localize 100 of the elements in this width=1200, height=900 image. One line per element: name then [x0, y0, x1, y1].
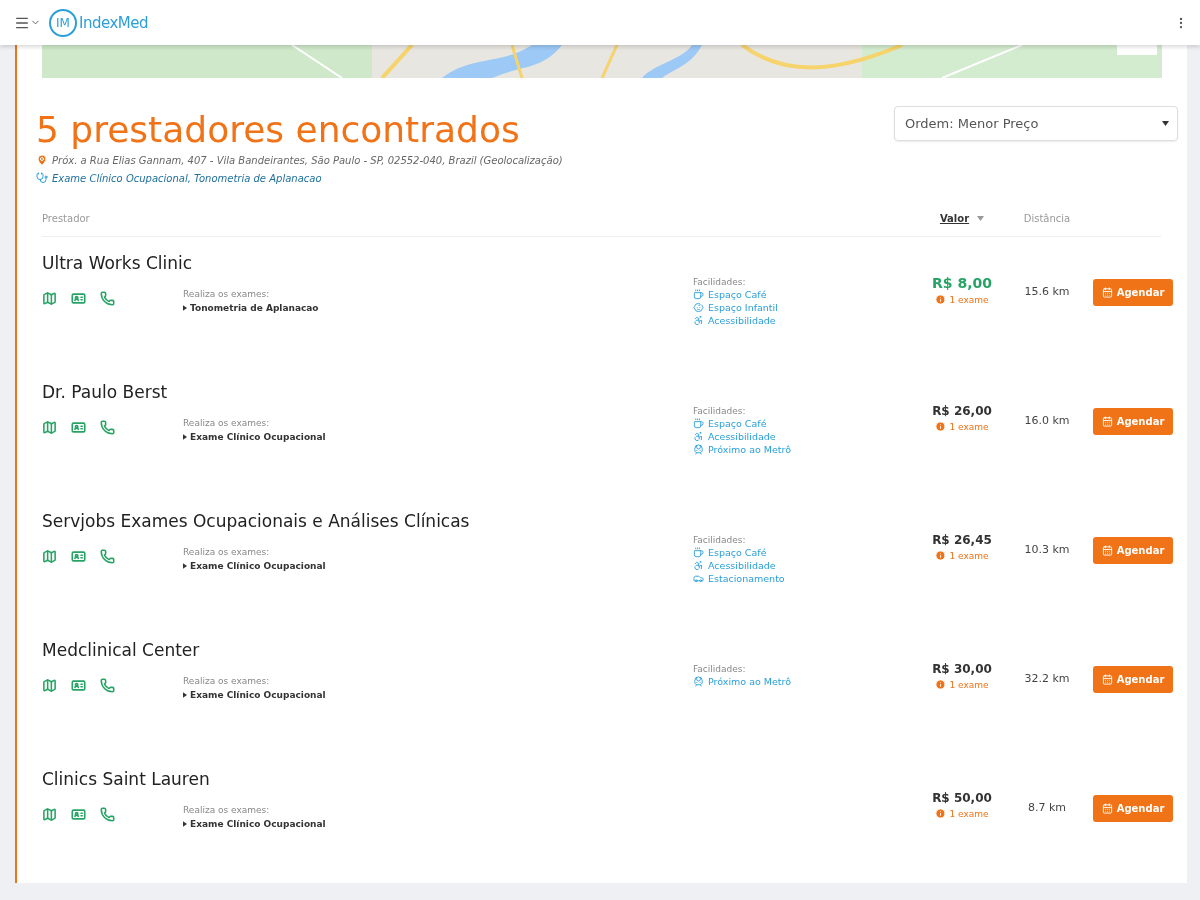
provider-name: Clinics Saint Lauren	[42, 769, 211, 791]
dropdown-caret-icon	[1162, 121, 1169, 126]
exam-name: Exame Clínico Ocupacional	[190, 690, 326, 700]
facility-link[interactable]: Espaço Café	[708, 547, 767, 558]
address-text: Próx. a Rua Elias Gannam, 407 - Vila Bandeirantes, São Paulo - SP, 02552-040, Brazil (Geolocalização)	[52, 154, 563, 166]
facility-link[interactable]: Acessibilidade	[708, 431, 776, 442]
column-header: Prestador	[42, 212, 90, 224]
wheelchair-icon	[693, 431, 704, 442]
id-card-icon[interactable]	[71, 420, 86, 435]
exam-count: 1 exame	[949, 679, 989, 690]
caret-icon	[183, 821, 187, 827]
distance: 10.3 km	[1023, 542, 1071, 558]
facilities-label: Facilidades:	[693, 277, 747, 287]
map-icon[interactable]	[42, 807, 57, 822]
info-icon	[935, 808, 947, 819]
map-icon[interactable]	[42, 291, 57, 306]
price: R$ 50,00	[932, 791, 992, 805]
caret-icon	[183, 305, 187, 311]
schedule-button[interactable]: Agendar	[1093, 666, 1173, 693]
info-icon	[935, 679, 947, 690]
exam-name: Exame Clínico Ocupacional	[190, 432, 326, 442]
exam-count: 1 exame	[949, 294, 989, 305]
exams-label: Realiza os exames:	[183, 676, 271, 686]
map-icon[interactable]	[42, 549, 57, 564]
id-card-icon[interactable]	[71, 807, 86, 822]
facility-link[interactable]: Acessibilidade	[708, 315, 776, 326]
calendar-icon	[1101, 416, 1113, 427]
id-card-icon[interactable]	[71, 678, 86, 693]
exam-name: Exame Clínico Ocupacional	[190, 561, 326, 571]
coffee-cup-icon	[693, 289, 704, 300]
exam-count: 1 exame	[949, 550, 989, 561]
train-icon	[693, 444, 704, 455]
wheelchair-icon	[693, 315, 704, 326]
calendar-icon	[1101, 545, 1113, 556]
logo-text: IndexMed	[79, 13, 148, 32]
wheelchair-icon	[693, 560, 704, 571]
facilities-label: Facilidades:	[693, 535, 747, 545]
caret-icon	[183, 692, 187, 698]
schedule-button[interactable]: Agendar	[1093, 795, 1173, 822]
sort-column-header[interactable]: Valor	[939, 212, 970, 224]
distance: 16.0 km	[1023, 413, 1071, 429]
distance: 15.6 km	[1023, 284, 1071, 300]
car-icon	[693, 573, 704, 584]
coffee-cup-icon	[693, 418, 704, 429]
pin-icon	[36, 154, 48, 166]
info-icon	[935, 550, 947, 561]
schedule-button[interactable]: Agendar	[1093, 279, 1173, 306]
facility-link[interactable]: Acessibilidade	[708, 560, 776, 571]
provider-name: Medclinical Center	[42, 640, 201, 662]
calendar-icon	[1101, 287, 1113, 298]
exams-link[interactable]: Exame Clínico Ocupacional, Tonometria de Aplanacao	[52, 172, 322, 184]
train-icon	[693, 676, 704, 687]
caret-icon	[183, 434, 187, 440]
stethoscope-icon	[36, 172, 48, 184]
provider-name: Ultra Works Clinic	[42, 253, 194, 275]
exam-name: Exame Clínico Ocupacional	[190, 819, 326, 829]
facility-link[interactable]: Espaço Infantil	[708, 302, 778, 313]
facility-link[interactable]: Espaço Café	[708, 289, 767, 300]
map-icon[interactable]	[42, 678, 57, 693]
exams-label: Realiza os exames:	[183, 418, 271, 428]
exam-count: 1 exame	[949, 808, 989, 819]
schedule-button[interactable]: Agendar	[1093, 537, 1173, 564]
map-icon[interactable]	[42, 420, 57, 435]
phone-icon[interactable]	[100, 678, 115, 693]
price: R$ 26,45	[932, 533, 992, 547]
id-card-icon[interactable]	[71, 291, 86, 306]
provider-name: Dr. Paulo Berst	[42, 382, 169, 404]
calendar-icon	[1101, 803, 1113, 814]
sort-select[interactable]: Ordem: Menor Preço	[894, 106, 1178, 141]
sort-caret-icon	[977, 215, 985, 221]
phone-icon[interactable]	[100, 807, 115, 822]
exam-name: Tonometria de Aplanacao	[190, 303, 319, 313]
price: R$ 26,00	[932, 404, 992, 418]
facility-link[interactable]: Espaço Café	[708, 418, 767, 429]
info-icon	[935, 294, 947, 305]
facility-link[interactable]: Próximo ao Metrô	[708, 676, 792, 687]
id-card-icon[interactable]	[71, 549, 86, 564]
facilities-label: Facilidades:	[693, 664, 747, 674]
phone-icon[interactable]	[100, 291, 115, 306]
schedule-button[interactable]: Agendar	[1093, 408, 1173, 435]
phone-icon[interactable]	[100, 549, 115, 564]
exams-label: Realiza os exames:	[183, 805, 271, 815]
facility-link[interactable]: Próximo ao Metrô	[708, 444, 792, 455]
logo-mark: IM	[49, 8, 77, 37]
facility-link[interactable]: Estacionamento	[708, 573, 785, 584]
price: R$ 8,00	[932, 275, 992, 291]
info-icon	[935, 421, 947, 432]
results-title: 5 prestadores encontrados	[36, 108, 520, 152]
provider-name: Servjobs Exames Ocupacionais e Análises Clínicas	[42, 511, 471, 533]
distance: 32.2 km	[1023, 671, 1071, 687]
facilities-label: Facilidades:	[693, 406, 747, 416]
exam-count: 1 exame	[949, 421, 989, 432]
exams-label: Realiza os exames:	[183, 547, 271, 557]
caret-icon	[183, 563, 187, 569]
calendar-icon	[1101, 674, 1113, 685]
coffee-cup-icon	[693, 547, 704, 558]
exams-label: Realiza os exames:	[183, 289, 271, 299]
phone-icon[interactable]	[100, 420, 115, 435]
column-header: Distância	[1023, 212, 1071, 224]
distance: 8.7 km	[1026, 800, 1068, 816]
